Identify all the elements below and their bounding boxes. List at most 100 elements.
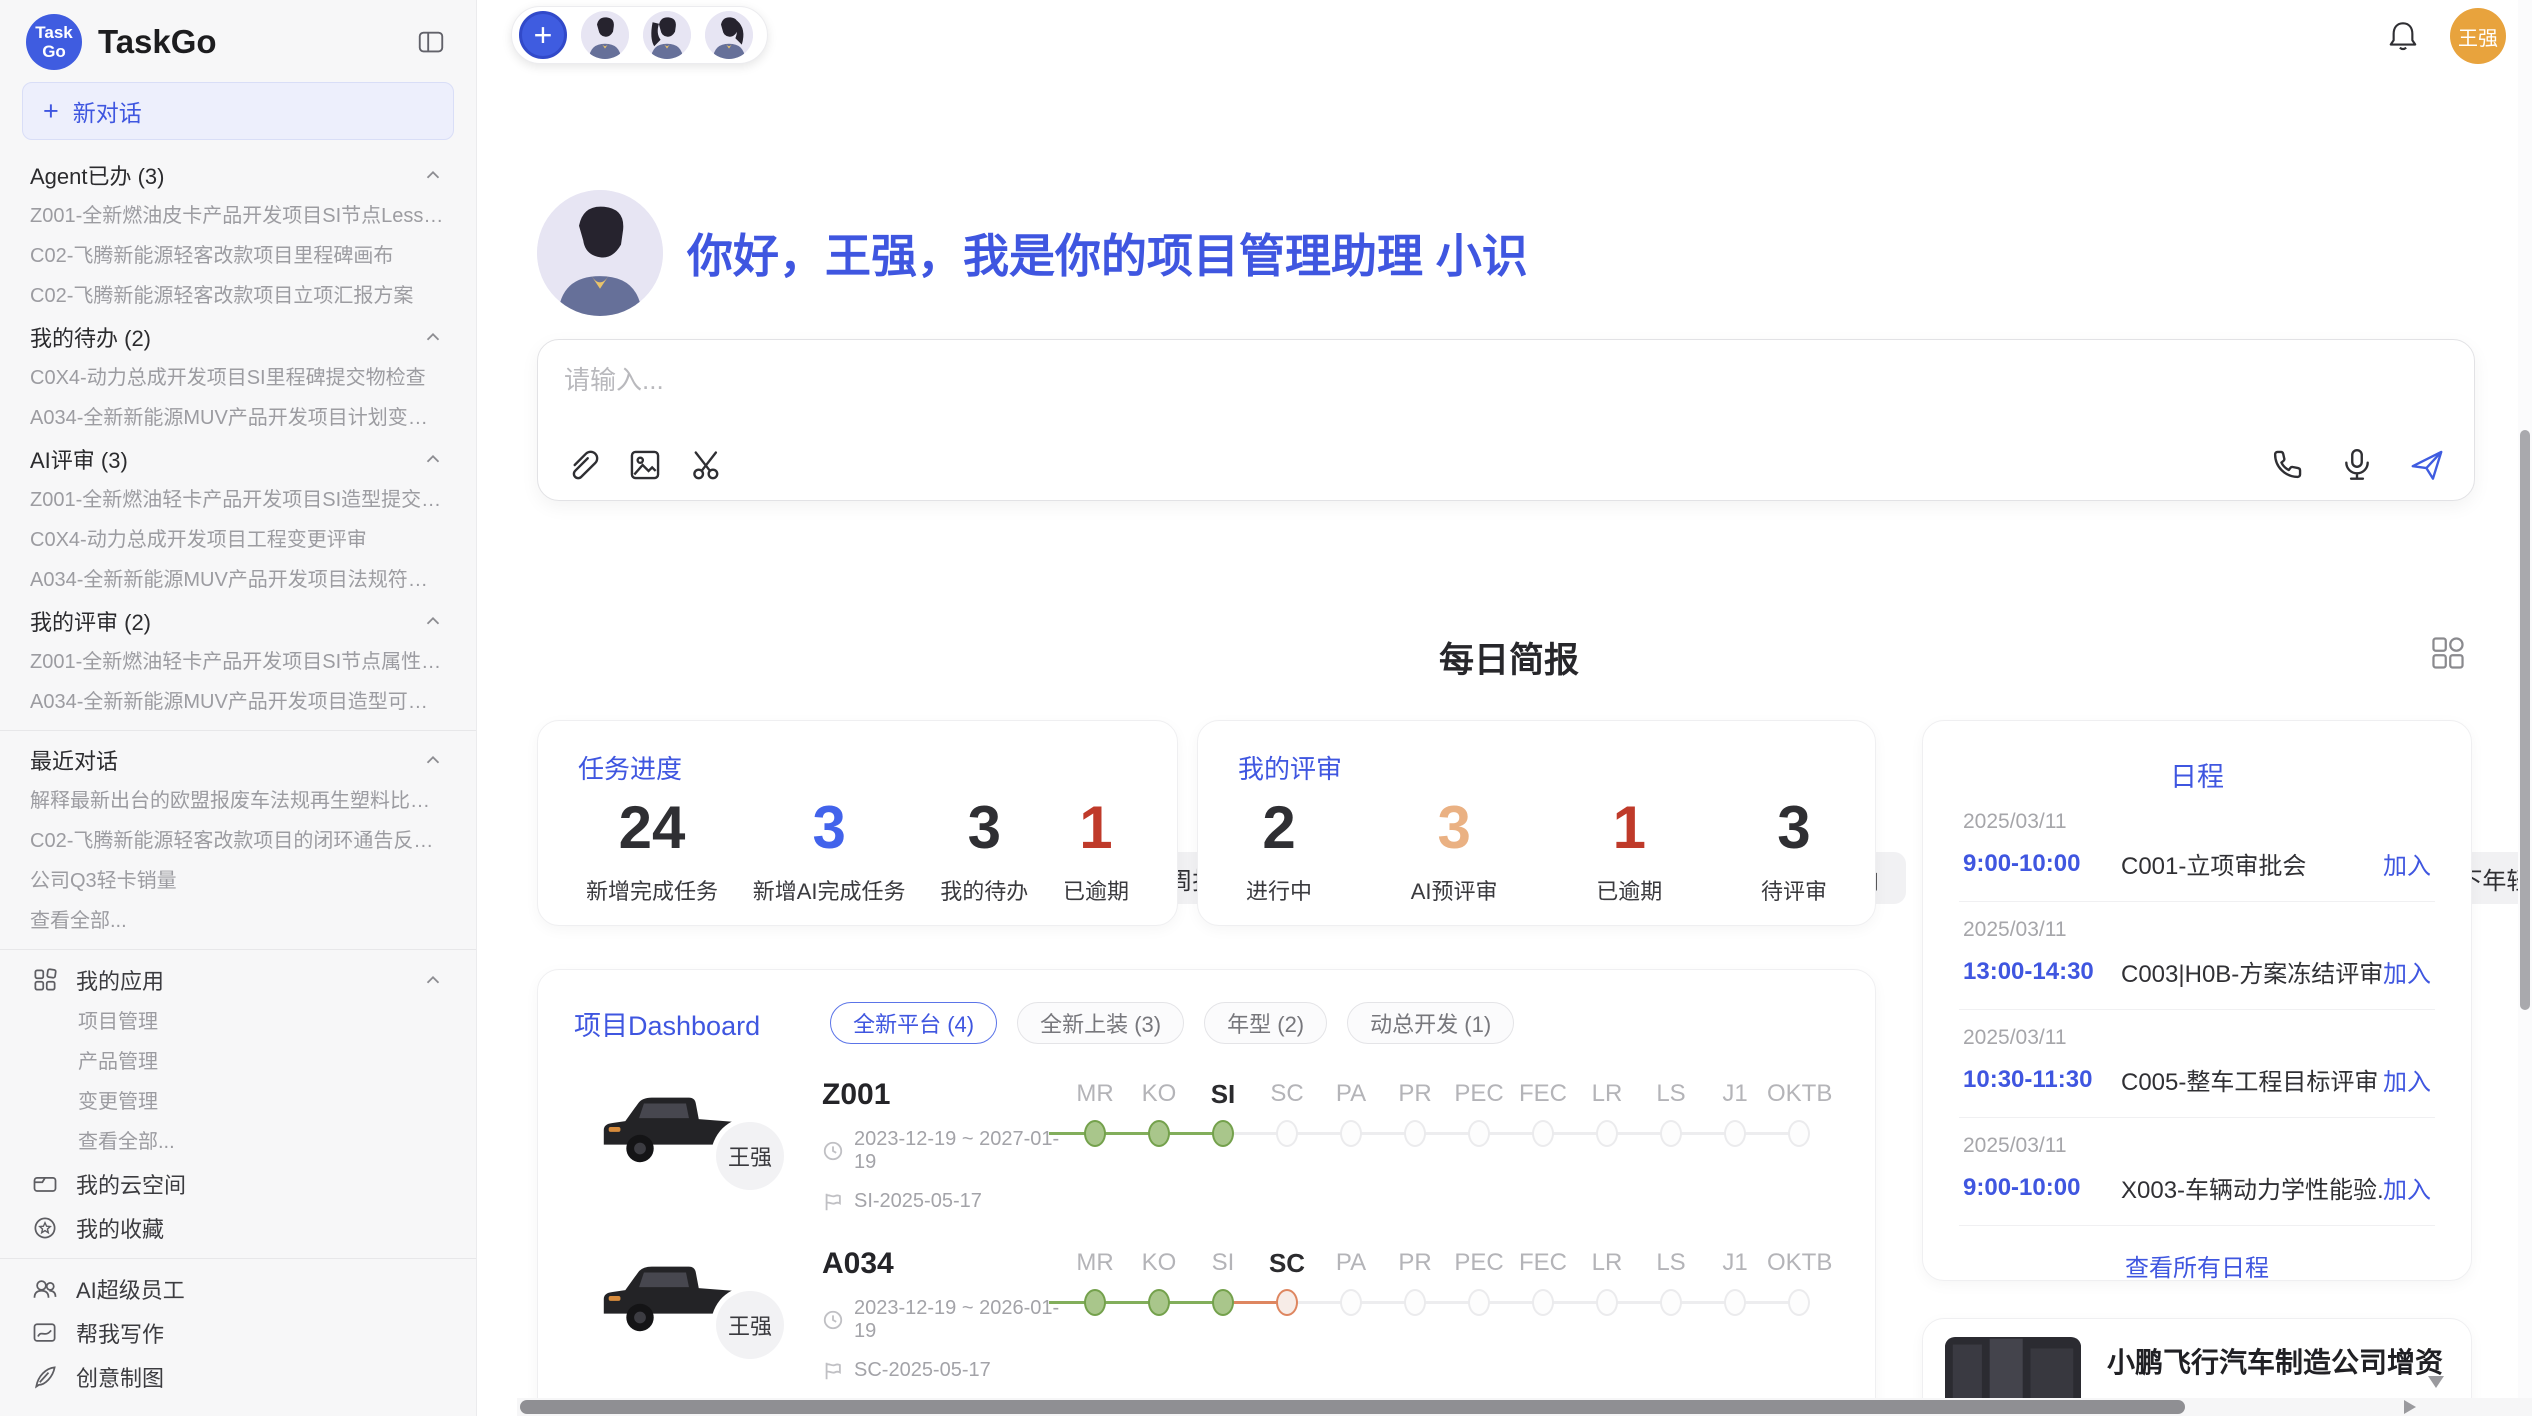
milestone: LS: [1639, 1247, 1703, 1316]
sidebar-item[interactable]: C0X4-动力总成开发项目SI里程碑提交物检查: [0, 358, 476, 398]
microphone-icon[interactable]: [2338, 446, 2376, 484]
sidebar-item[interactable]: Z001-全新燃油轻卡产品开发项目SI节点属性5D文件评审: [0, 642, 476, 682]
clock-icon: [822, 1309, 844, 1331]
sidebar-item[interactable]: A034-全新新能源MUV产品开发项目计划变更表编写: [0, 398, 476, 438]
milestone: SC: [1255, 1247, 1319, 1316]
group-ai-review[interactable]: AI评审 (3): [0, 438, 476, 480]
sidebar-item-favorites[interactable]: 我的收藏: [0, 1206, 476, 1250]
sidebar-item-ai-staff[interactable]: AI超级员工: [0, 1267, 476, 1311]
stat-ai-prereview: 3 AI预评审: [1411, 794, 1498, 906]
milestone-dot: [1596, 1120, 1618, 1147]
view-all-apps-link[interactable]: 查看全部...: [0, 1122, 476, 1162]
group-my-todo[interactable]: 我的待办 (2): [0, 316, 476, 358]
project-row[interactable]: 王强 Z001 2023-12-19 ~ 2027-01-19 SI-2025-…: [574, 1076, 1839, 1213]
sidebar-item[interactable]: A034-全新新能源MUV产品开发项目法规符合性评审: [0, 560, 476, 600]
phone-call-icon[interactable]: [2268, 446, 2306, 484]
agent-avatar[interactable]: [705, 11, 753, 59]
chevron-up-icon[interactable]: [422, 164, 444, 186]
milestone-label-current: SI: [1191, 1078, 1255, 1110]
join-link[interactable]: 加入: [2383, 1062, 2431, 1097]
milestone: LR: [1575, 1247, 1639, 1316]
group-agent-done[interactable]: Agent已办 (3): [0, 154, 476, 196]
horizontal-scrollbar-thumb[interactable]: [520, 1400, 2185, 1414]
group-title: AI评审 (3): [30, 443, 128, 475]
briefing-columns: 任务进度 24 新增完成任务 3 新增AI完成任务 3: [537, 720, 2472, 1416]
user-avatar[interactable]: 王强: [2450, 8, 2506, 64]
milestone-dot: [1404, 1120, 1426, 1147]
group-my-review[interactable]: 我的评审 (2): [0, 600, 476, 642]
milestone-dot: [1788, 1120, 1810, 1147]
project-media: 王强: [574, 1076, 822, 1174]
attachment-icon[interactable]: [564, 446, 602, 484]
project-row[interactable]: 王强 A034 2023-12-19 ~ 2026-01-19 SC-2025-…: [574, 1245, 1839, 1382]
milestone-label-current: SC: [1255, 1247, 1319, 1279]
milestone: PR: [1383, 1247, 1447, 1316]
recent-chat-item[interactable]: 解释最新出台的欧盟报废车法规再生塑料比例被调至15%...: [0, 781, 476, 821]
app-item-project-mgmt[interactable]: 项目管理: [0, 1002, 476, 1042]
milestone: PEC: [1447, 1078, 1511, 1147]
app-root: Task Go TaskGo + 新对话 Agent已办 (3) Z001-全新…: [0, 0, 2532, 1416]
send-icon[interactable]: [2408, 446, 2446, 484]
chevron-up-icon[interactable]: [422, 610, 444, 632]
filter-upfit[interactable]: 全新上装 (3): [1017, 1002, 1184, 1044]
sidebar-item[interactable]: C02-飞腾新能源轻客改款项目里程碑画布: [0, 236, 476, 276]
scroll-down-arrow[interactable]: [2428, 1376, 2444, 1388]
filter-model-year[interactable]: 年型 (2): [1204, 1002, 1327, 1044]
milestone-label: PR: [1383, 1247, 1447, 1279]
agent-avatar[interactable]: [581, 11, 629, 59]
vertical-scrollbar-thumb[interactable]: [2520, 430, 2530, 1010]
event-name: C001-立项审批会: [2121, 846, 2383, 881]
sidebar-item-help-write[interactable]: 帮我写作: [0, 1311, 476, 1355]
app-item-change-mgmt[interactable]: 变更管理: [0, 1082, 476, 1122]
milestone-dot: [1148, 1120, 1170, 1147]
sidebar-item[interactable]: A034-全新新能源MUV产品开发项目造型可行性评审: [0, 682, 476, 722]
recent-chat-item[interactable]: C02-飞腾新能源轻客改款项目的闭环通告反馈情况: [0, 821, 476, 861]
milestone-dot: [1212, 1120, 1234, 1147]
recent-chat-item[interactable]: 公司Q3轻卡销量: [0, 861, 476, 901]
collapse-sidebar-icon[interactable]: [416, 27, 446, 57]
layout-grid-icon[interactable]: [2429, 634, 2467, 672]
agent-avatar[interactable]: [643, 11, 691, 59]
add-agent-button[interactable]: +: [519, 11, 567, 59]
filter-platform[interactable]: 全新平台 (4): [830, 1002, 997, 1044]
image-icon[interactable]: [626, 446, 664, 484]
app-item-product-mgmt[interactable]: 产品管理: [0, 1042, 476, 1082]
chevron-up-icon[interactable]: [422, 969, 444, 991]
sidebar-item[interactable]: C02-飞腾新能源轻客改款项目立项汇报方案: [0, 276, 476, 316]
sidebar-item-my-apps[interactable]: 我的应用: [0, 958, 476, 1002]
milestone: SI: [1191, 1247, 1255, 1316]
chevron-up-icon[interactable]: [422, 749, 444, 771]
task-progress-card: 任务进度 24 新增完成任务 3 新增AI完成任务 3: [537, 720, 1178, 926]
star-badge-icon: [30, 1213, 60, 1243]
stat-ai-done: 3 新增AI完成任务: [753, 794, 906, 906]
sidebar-item-cloud-space[interactable]: 我的云空间: [0, 1162, 476, 1206]
chevron-up-icon[interactable]: [422, 448, 444, 470]
sidebar-item-creative-draw[interactable]: 创意制图: [0, 1355, 476, 1399]
message-input[interactable]: [564, 360, 2264, 424]
horizontal-scrollbar[interactable]: [517, 1398, 2532, 1416]
sidebar-item[interactable]: C0X4-动力总成开发项目工程变更评审: [0, 520, 476, 560]
scissors-icon[interactable]: [688, 446, 726, 484]
milestone-label: FEC: [1511, 1078, 1575, 1110]
view-all-schedule-link[interactable]: 查看所有日程: [1959, 1248, 2435, 1283]
milestone: SI: [1191, 1078, 1255, 1147]
sidebar-item[interactable]: Z001-全新燃油皮卡产品开发项目SI节点Lesson Learn报告: [0, 196, 476, 236]
sidebar-item[interactable]: Z001-全新燃油轻卡产品开发项目SI造型提交物评审: [0, 480, 476, 520]
join-link[interactable]: 加入: [2383, 1170, 2431, 1205]
view-all-chats-link[interactable]: 查看全部...: [0, 901, 476, 941]
vertical-scrollbar[interactable]: [2518, 0, 2532, 1398]
milestone-dot: [1148, 1289, 1170, 1316]
milestone-label: LR: [1575, 1078, 1639, 1110]
group-recent-chats[interactable]: 最近对话: [0, 739, 476, 781]
milestone-dot: [1212, 1289, 1234, 1316]
join-link[interactable]: 加入: [2383, 846, 2431, 881]
filter-powertrain[interactable]: 动总开发 (1): [1347, 1002, 1514, 1044]
new-chat-button[interactable]: + 新对话: [22, 82, 454, 140]
schedule-title: 日程: [1959, 755, 2435, 794]
scroll-right-arrow[interactable]: [2404, 1400, 2416, 1414]
notification-bell-icon[interactable]: [2386, 19, 2420, 53]
milestone: LS: [1639, 1078, 1703, 1147]
chevron-up-icon[interactable]: [422, 326, 444, 348]
join-link[interactable]: 加入: [2383, 954, 2431, 989]
milestone-dot: [1404, 1289, 1426, 1316]
